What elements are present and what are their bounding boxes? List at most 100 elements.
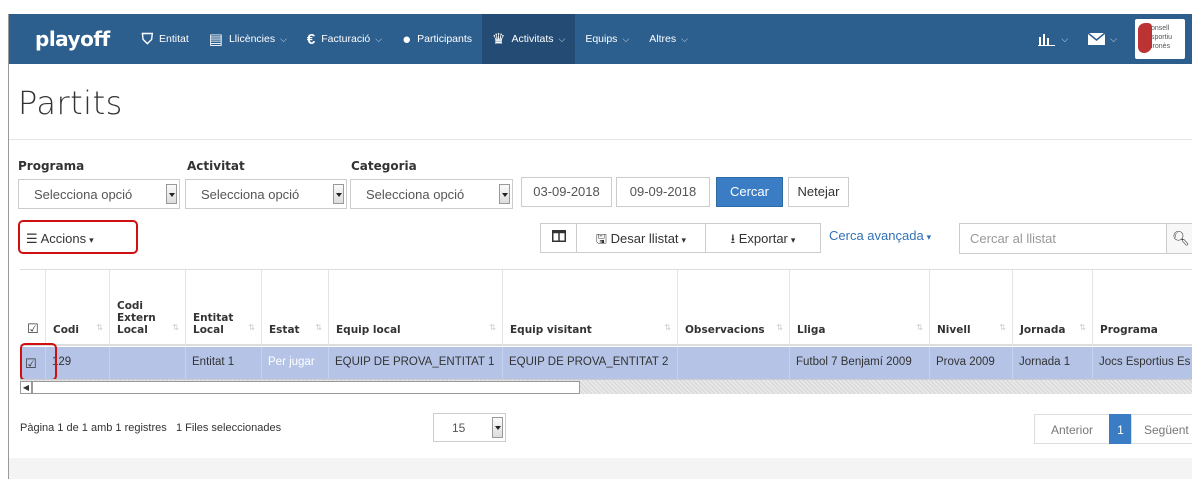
- checkbox-checked-icon[interactable]: ☑: [27, 323, 39, 336]
- nav-label: Equips: [585, 33, 618, 45]
- header-codi[interactable]: Codi ⇅: [46, 270, 110, 346]
- programa-select[interactable]: Selecciona opció: [18, 179, 180, 209]
- clear-button[interactable]: Netejar: [788, 177, 849, 207]
- divider: [9, 139, 1192, 140]
- nav-equips[interactable]: Equips ⌵: [575, 14, 639, 64]
- sort-icon: ⇅: [489, 323, 496, 332]
- table-row[interactable]: ☑ 129 Entitat 1 Per jugar EQUIP DE PROVA…: [20, 347, 1192, 379]
- dropdown-arrow-icon[interactable]: [492, 417, 503, 438]
- selected-info: 1 Files seleccionades: [175, 422, 282, 434]
- header-select-all[interactable]: ☑: [20, 270, 46, 346]
- sort-icon: ⇅: [315, 323, 322, 332]
- save-list-button[interactable]: 🖫 Desar llistat ▾: [576, 223, 706, 253]
- cell-entitat-local: Entitat 1: [186, 347, 262, 379]
- header-entitat-local[interactable]: Entitat Local ⇅: [186, 270, 262, 346]
- page-size-value: 15: [452, 421, 466, 435]
- sort-icon: ⇅: [916, 323, 923, 332]
- header-equip-visitant[interactable]: Equip visitant ⇅: [503, 270, 678, 346]
- cell-observacions: [678, 347, 790, 379]
- page-size-select[interactable]: 15: [433, 413, 506, 442]
- nav-label: Altres: [649, 33, 677, 45]
- export-button[interactable]: ⭳ Exportar ▾: [705, 223, 821, 253]
- id-card-icon: ▤: [208, 31, 223, 48]
- nav-activitats[interactable]: ♛ Activitats ⌵: [482, 14, 576, 64]
- advanced-search-label: Cerca avançada: [829, 228, 924, 243]
- highlight-actions: [18, 220, 138, 254]
- activitat-label: Activitat: [187, 159, 245, 173]
- page-footer-band: [9, 458, 1192, 479]
- nav-label: Llicències: [228, 33, 276, 45]
- cell-equip-local: EQUIP DE PROVA_ENTITAT 1: [329, 347, 503, 379]
- cell-equip-visitant: EQUIP DE PROVA_ENTITAT 2: [503, 347, 678, 379]
- next-page-button[interactable]: Següent: [1131, 414, 1192, 444]
- header-codi-extern[interactable]: Codi Extern Local ⇅: [110, 270, 186, 346]
- chevron-down-icon: ⌵: [280, 33, 287, 44]
- nav-llicencies[interactable]: ▤ Llicències ⌵: [199, 14, 297, 64]
- scroll-thumb[interactable]: [32, 381, 580, 394]
- search-button[interactable]: Cercar: [716, 177, 783, 207]
- nav-label: Facturació: [321, 33, 371, 45]
- dropdown-arrow-icon[interactable]: [333, 184, 344, 204]
- shield-icon: ⛉: [141, 30, 153, 48]
- activitat-select[interactable]: Selecciona opció: [185, 179, 347, 209]
- cell-jornada: Jornada 1: [1013, 347, 1093, 379]
- columns-button[interactable]: [540, 223, 577, 253]
- chevron-down-icon: ⌵: [375, 33, 383, 44]
- save-list-label: Desar llistat: [610, 231, 679, 246]
- date-to-input[interactable]: 09-09-2018: [616, 177, 710, 207]
- date-from-input[interactable]: 03-09-2018: [521, 177, 612, 207]
- header-observacions[interactable]: Observacions ⇅: [678, 270, 790, 346]
- nav-messages[interactable]: ⌵: [1078, 14, 1127, 64]
- categoria-select[interactable]: Selecciona opció: [350, 179, 513, 209]
- sort-icon: ⇅: [999, 323, 1006, 332]
- highlight-row-checkbox: [20, 343, 57, 381]
- chevron-down-icon: ⌵: [1061, 33, 1069, 44]
- nav-participants[interactable]: ● Participants: [392, 14, 482, 64]
- nav-entitat[interactable]: ⛉ Entitat: [132, 14, 199, 64]
- page-1-button[interactable]: 1: [1109, 414, 1132, 444]
- organization-logo[interactable]: onsell sportiu ironès: [1135, 19, 1185, 59]
- header-programa[interactable]: Programa: [1093, 270, 1192, 346]
- categoria-label: Categoria: [351, 159, 417, 173]
- dropdown-arrow-icon[interactable]: [166, 184, 177, 204]
- sort-icon: ⇅: [96, 323, 103, 332]
- nav-label: Activitats: [511, 33, 554, 45]
- header-estat[interactable]: Estat ⇅: [262, 270, 329, 346]
- top-navbar: playoff ⛉ Entitat ▤ Llicències ⌵ € Factu…: [9, 14, 1192, 64]
- dropdown-arrow-icon[interactable]: [499, 184, 510, 204]
- cell-codi-extern: [110, 347, 186, 379]
- floppy-icon: 🖫: [595, 231, 607, 246]
- list-search-input[interactable]: Cercar al llistat: [959, 223, 1167, 254]
- table-header: ☑ Codi ⇅ Codi Extern Local ⇅ Entitat Local…: [20, 269, 1192, 346]
- caret-down-icon: ▾: [926, 232, 932, 242]
- advanced-search-link[interactable]: Cerca avançada ▾: [829, 228, 931, 243]
- user-icon: ●: [402, 30, 412, 48]
- chevron-down-icon: ⌵: [681, 33, 688, 44]
- search-icon[interactable]: 🔍︎: [1166, 223, 1192, 254]
- envelope-icon: [1088, 33, 1106, 45]
- logo-text: onsell sportiu ironès: [1151, 25, 1173, 50]
- pagination-info: Pàgina 1 de 1 amb 1 registres 1 Files se…: [20, 422, 281, 434]
- prev-page-button[interactable]: Anterior: [1034, 414, 1110, 444]
- header-lliga[interactable]: Lliga ⇅: [790, 270, 930, 346]
- logo-mark: [1138, 23, 1152, 53]
- scroll-left-icon[interactable]: ◀: [20, 381, 32, 394]
- chevron-down-icon: ⌵: [1110, 33, 1117, 44]
- sort-icon: ⇅: [1079, 323, 1086, 332]
- nav-altres[interactable]: Altres ⌵: [639, 14, 698, 64]
- header-jornada[interactable]: Jornada ⇅: [1013, 270, 1093, 346]
- export-label: Exportar: [738, 231, 788, 246]
- euro-icon: €: [306, 30, 316, 48]
- header-equip-local[interactable]: Equip local ⇅: [329, 270, 503, 346]
- horizontal-scrollbar[interactable]: ◀: [20, 379, 1192, 394]
- sort-icon: ⇅: [172, 323, 179, 332]
- header-nivell[interactable]: Nivell ⇅: [930, 270, 1013, 346]
- select-value: Selecciona opció: [34, 187, 133, 202]
- sort-icon: ⇅: [776, 323, 783, 332]
- page-title: Partits: [18, 84, 123, 122]
- download-icon: ⭳: [730, 231, 736, 246]
- select-value: Selecciona opció: [366, 187, 465, 202]
- nav-stats[interactable]: ⌵: [1028, 14, 1078, 64]
- nav-facturacio[interactable]: € Facturació ⌵: [297, 14, 392, 64]
- brand-logo[interactable]: playoff: [35, 27, 110, 51]
